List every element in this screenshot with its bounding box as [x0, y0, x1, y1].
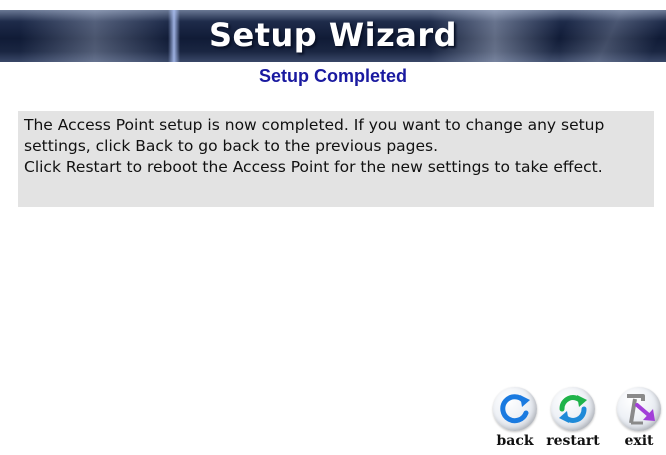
- exit-button[interactable]: exit: [612, 387, 666, 455]
- back-arrow-icon: [493, 387, 537, 431]
- banner-title: Setup Wizard: [208, 16, 458, 54]
- message-line: Click Restart to reboot the Access Point…: [24, 158, 603, 176]
- back-label: back: [496, 433, 534, 449]
- exit-door-icon: [617, 387, 661, 431]
- restart-label: restart: [546, 433, 600, 449]
- back-button[interactable]: back: [487, 387, 543, 455]
- restart-cycle-icon: [551, 387, 595, 431]
- restart-button[interactable]: restart: [541, 387, 605, 455]
- page-subtitle: Setup Completed: [258, 66, 407, 86]
- message-line: The Access Point setup is now completed.…: [24, 116, 605, 155]
- wizard-banner: Setup Wizard: [0, 10, 666, 62]
- completion-message: The Access Point setup is now completed.…: [18, 111, 654, 207]
- exit-label: exit: [624, 433, 654, 449]
